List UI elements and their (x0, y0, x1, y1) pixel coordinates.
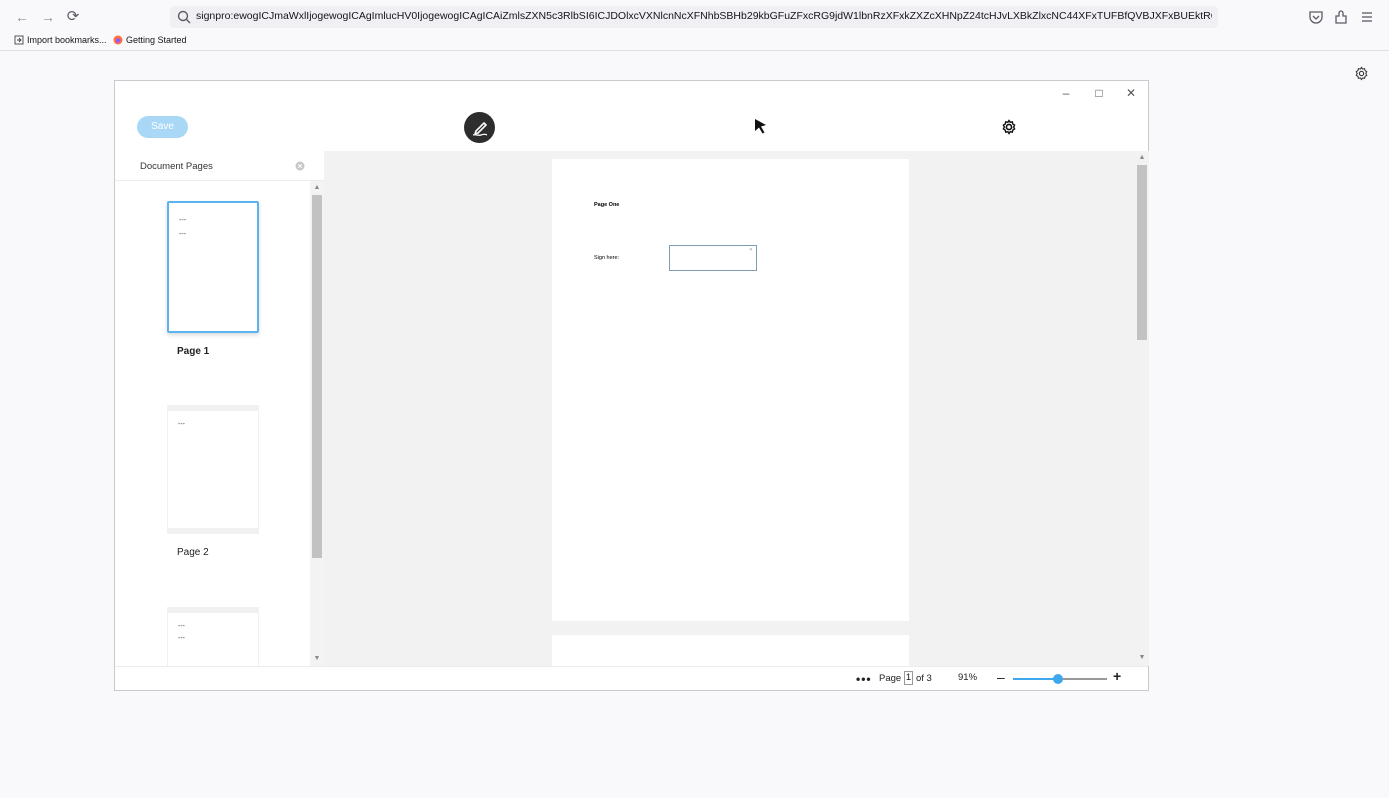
close-circle-icon[interactable] (295, 161, 305, 171)
bookmarks-bar: Import bookmarks... Getting Started (0, 34, 1389, 51)
zoom-level: 91% (958, 672, 978, 683)
page-thumbnail-3[interactable]: --- --- (167, 607, 259, 666)
search-icon (177, 10, 191, 24)
pen-sign-icon[interactable] (464, 112, 495, 143)
scroll-up-icon[interactable]: ▲ (313, 184, 321, 192)
firefox-logo-icon (113, 35, 123, 45)
close-button[interactable]: ✕ (1124, 86, 1138, 100)
page-thumbnail-1[interactable]: --- --- (167, 201, 259, 333)
page-thumbnail-label-2: Page 2 (177, 547, 209, 558)
settings-gear-icon[interactable] (1001, 119, 1017, 135)
bookmark-getting-started-label: Getting Started (126, 35, 187, 45)
page-label: Page (879, 673, 902, 684)
page-thumbnails: --- --- Page 1 --- Page 2 --- --- (115, 181, 310, 666)
sidebar-header: Document Pages (115, 151, 324, 181)
document-page-1: Page One Sign here: ✕ (552, 159, 909, 621)
zoom-slider-fill (1013, 678, 1059, 680)
gear-icon[interactable] (1354, 66, 1369, 81)
thumb-line: --- (179, 231, 186, 238)
zoom-in-button[interactable]: + (1113, 668, 1121, 684)
browser-toolbar: ← → ⟳ signpro:ewogICJmaWxlIjogewogICAgIm… (0, 0, 1389, 34)
page-thumbnail-2[interactable]: --- (167, 405, 259, 534)
url-bar[interactable]: signpro:ewogICJmaWxlIjogewogICAgImlucHV0… (170, 6, 1218, 28)
reload-icon[interactable]: ⟳ (63, 8, 83, 26)
scroll-down-icon[interactable]: ▼ (1138, 654, 1146, 662)
bookmark-getting-started[interactable]: Getting Started (113, 35, 187, 45)
sign-here-label: Sign here: (594, 255, 620, 261)
url-text[interactable]: signpro:ewogICJmaWxlIjogewogICAgImlucHV0… (196, 10, 1212, 22)
thumb-line: --- (178, 421, 185, 428)
viewer-scrollbar[interactable]: ▲ ▼ (1135, 151, 1149, 666)
back-arrow-icon[interactable]: ← (12, 8, 32, 26)
maximize-button[interactable]: □ (1092, 86, 1106, 100)
field-marker-icon: ✕ (748, 247, 753, 253)
minimize-button[interactable]: – (1059, 86, 1073, 100)
document-heading: Page One (594, 202, 620, 208)
hamburger-menu-icon[interactable] (1358, 8, 1376, 26)
status-bar: ••• Page 1 of 3 91% – + (115, 666, 1148, 690)
page-thumbnail-label-1: Page 1 (177, 346, 210, 357)
bookmark-import-label: Import bookmarks... (27, 35, 107, 45)
signpro-app-window: – □ ✕ Save Document Pages --- --- Page 1… (114, 80, 1149, 691)
page-count: of 3 (916, 673, 932, 684)
thumb-line: --- (178, 635, 185, 642)
document-page-2 (552, 635, 909, 666)
scroll-up-icon[interactable]: ▲ (1138, 154, 1146, 162)
cursor-arrow-icon[interactable] (753, 118, 769, 136)
sidebar-scroll-thumb[interactable] (312, 195, 322, 558)
bookmark-import[interactable]: Import bookmarks... (14, 35, 107, 45)
thumb-line: --- (179, 217, 186, 224)
extensions-icon[interactable] (1332, 8, 1350, 26)
document-viewer: Page One Sign here: ✕ ▲ ▼ (324, 151, 1149, 666)
pocket-icon[interactable] (1307, 8, 1325, 26)
zoom-slider-handle[interactable] (1053, 674, 1064, 684)
zoom-slider[interactable] (1013, 674, 1107, 684)
page-number-input[interactable]: 1 (904, 671, 913, 685)
sidebar-scrollbar[interactable]: ▲ ▼ (310, 181, 324, 666)
scroll-down-icon[interactable]: ▼ (313, 655, 321, 663)
zoom-out-button[interactable]: – (997, 669, 1005, 685)
thumb-line: --- (178, 623, 185, 630)
more-options-icon[interactable]: ••• (856, 672, 872, 686)
signature-field[interactable]: ✕ (669, 245, 757, 271)
forward-arrow-icon[interactable]: → (38, 8, 58, 26)
document-pages-panel: Document Pages --- --- Page 1 --- Page 2… (115, 151, 324, 666)
save-button[interactable]: Save (137, 116, 188, 138)
sidebar-title: Document Pages (140, 161, 213, 172)
import-icon (14, 35, 24, 45)
viewer-scroll-thumb[interactable] (1137, 165, 1147, 340)
